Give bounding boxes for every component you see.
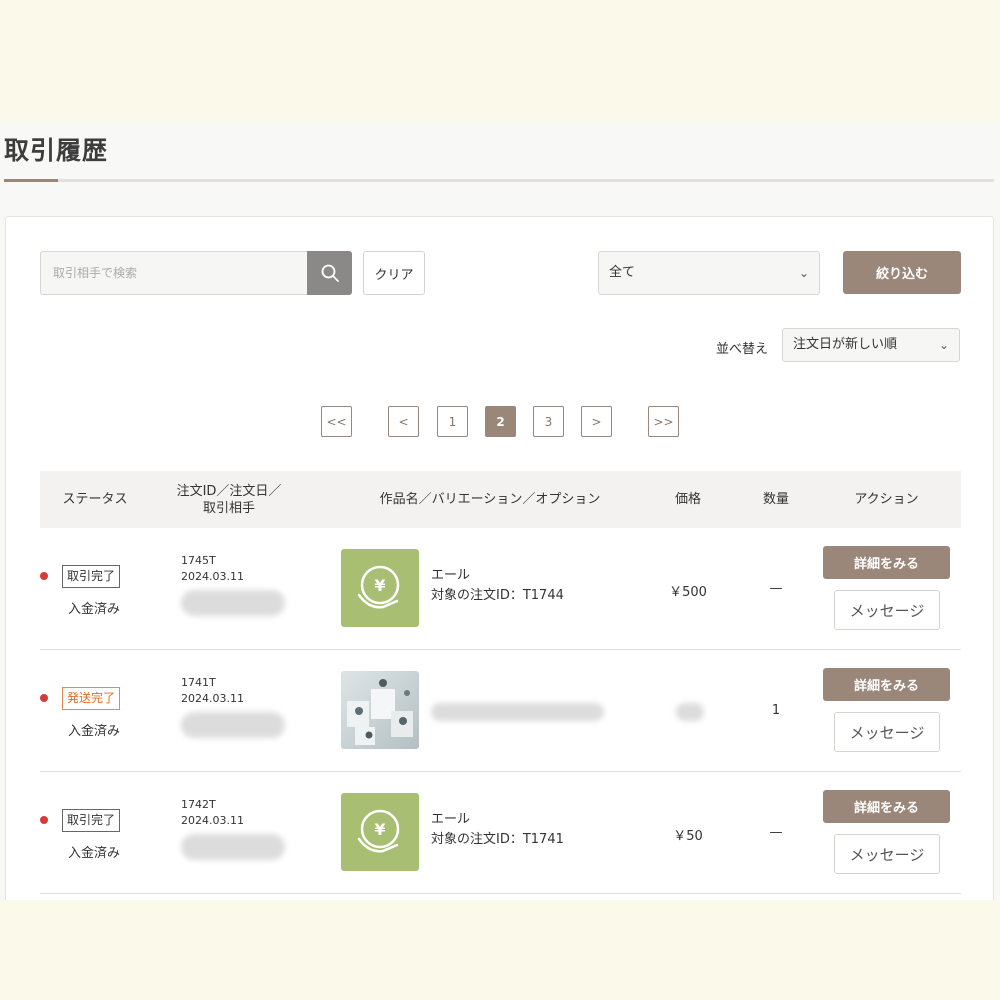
message-button[interactable]: メッセージ [834, 712, 940, 752]
status-filter-value: 全て [609, 265, 636, 280]
payment-status: 入金済み [68, 602, 121, 617]
title-underline [4, 179, 994, 182]
status-badge: 取引完了 [62, 565, 121, 588]
table-row: 発送完了 入金済み 1741T 2024.03.11 1 詳細をみる メッセージ [40, 650, 961, 772]
col-product: 作品名／バリエーション／オプション [379, 492, 601, 507]
status-badge: 取引完了 [62, 809, 121, 832]
pagination-page-2[interactable]: 2 [485, 406, 516, 437]
sort-select[interactable]: 注文日が新しい順 ⌄ [782, 328, 960, 362]
page-title: 取引履歴 [4, 136, 109, 165]
detail-button[interactable]: 詳細をみる [823, 668, 950, 701]
quantity: — [769, 825, 783, 840]
col-qty: 数量 [762, 492, 789, 507]
price: ￥50 [673, 829, 703, 844]
pagination-page-3[interactable]: 3 [533, 406, 564, 437]
quantity: — [769, 581, 783, 596]
order-date: 2024.03.11 [181, 692, 244, 705]
sort-label: 並べ替え [716, 342, 769, 357]
product-thumbnail[interactable]: ¥ [341, 793, 419, 871]
blurred-partner-name [181, 834, 285, 860]
product-name: エール [431, 568, 471, 583]
blurred-product-name [431, 703, 604, 721]
product-name: エール [431, 812, 471, 827]
clear-button[interactable]: クリア [363, 251, 425, 295]
order-id: 1741T [181, 676, 216, 689]
product-thumbnail[interactable] [341, 671, 419, 749]
payment-status: 入金済み [68, 724, 121, 739]
yen-hand-icon: ¥ [357, 565, 400, 609]
svg-text:¥: ¥ [374, 576, 385, 595]
search-icon [321, 264, 339, 282]
detail-button[interactable]: 詳細をみる [823, 546, 950, 579]
status-badge: 発送完了 [62, 687, 121, 710]
table-row: 取引完了 入金済み 1742T 2024.03.11 ¥ エール 対象の注文ID… [40, 772, 961, 894]
product-sub: 対象の注文ID：T1741 [431, 832, 564, 847]
sort-select-value: 注文日が新しい順 [793, 337, 898, 352]
status-filter-select[interactable]: 全て ⌄ [598, 251, 820, 295]
status-dot [40, 816, 48, 824]
col-order: 注文ID／注文日／取引相手 [176, 483, 282, 516]
price: ￥500 [669, 585, 707, 600]
chevron-down-icon: ⌄ [798, 266, 809, 280]
pagination-last[interactable]: >> [648, 406, 679, 437]
table-row: 取引完了 入金済み 1745T 2024.03.11 ¥ エール 対象の注文ID… [40, 528, 961, 650]
blurred-partner-name [181, 590, 285, 616]
col-action: アクション [854, 492, 919, 507]
pagination-page-1[interactable]: 1 [437, 406, 468, 437]
product-photo [347, 679, 413, 745]
payment-status: 入金済み [68, 846, 121, 861]
table-header: ステータス 注文ID／注文日／取引相手 作品名／バリエーション／オプション 価格… [40, 471, 961, 528]
blurred-partner-name [181, 712, 285, 738]
title-underline-accent [4, 179, 58, 182]
message-button[interactable]: メッセージ [834, 590, 940, 630]
order-id: 1745T [181, 554, 216, 567]
detail-button[interactable]: 詳細をみる [823, 790, 950, 823]
search-input[interactable]: 取引相手で検索 [40, 251, 308, 295]
status-dot [40, 572, 48, 580]
pagination-prev[interactable]: < [388, 406, 419, 437]
search-button[interactable] [307, 251, 352, 295]
history-card: 取引相手で検索 クリア 全て ⌄ 絞り込む 並べ替え 注文日が新しい順 ⌄ <<… [5, 216, 994, 900]
product-thumbnail[interactable]: ¥ [341, 549, 419, 627]
order-date: 2024.03.11 [181, 570, 244, 583]
yen-hand-icon: ¥ [357, 809, 400, 853]
chevron-down-icon: ⌄ [938, 338, 949, 352]
status-dot [40, 694, 48, 702]
order-date: 2024.03.11 [181, 814, 244, 827]
narrow-down-button[interactable]: 絞り込む [843, 251, 961, 294]
blurred-price [676, 703, 704, 721]
col-price: 価格 [674, 492, 701, 507]
product-sub: 対象の注文ID：T1744 [431, 588, 564, 603]
col-status: ステータス [62, 492, 128, 507]
transaction-history-page: 取引履歴 取引相手で検索 クリア 全て ⌄ 絞り込む 並べ替え 注文日が新しい順… [0, 123, 1000, 900]
pagination-next[interactable]: > [581, 406, 612, 437]
order-id: 1742T [181, 798, 216, 811]
svg-text:¥: ¥ [374, 820, 385, 839]
quantity: 1 [771, 703, 781, 718]
pagination-first[interactable]: << [321, 406, 352, 437]
message-button[interactable]: メッセージ [834, 834, 940, 874]
